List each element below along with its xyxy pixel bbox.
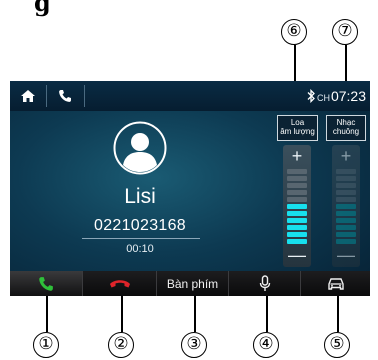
keypad-button[interactable]: Bàn phím — [157, 271, 229, 296]
car-icon — [327, 277, 344, 290]
end-call-button[interactable] — [83, 271, 157, 296]
level-segment — [287, 176, 307, 181]
home-icon — [21, 90, 35, 102]
ringtone-volume-minus-button[interactable]: — — [332, 245, 360, 265]
level-segment — [336, 169, 356, 174]
callout-2-leader — [121, 296, 123, 332]
speaker-volume-label: Loa âm lượng — [277, 115, 318, 141]
level-segment — [287, 183, 307, 188]
microphone-icon — [259, 275, 270, 291]
car-button[interactable] — [301, 271, 370, 296]
figure-title-fragment: g — [34, 0, 51, 17]
microphone-button[interactable] — [229, 271, 301, 296]
level-segment — [336, 176, 356, 181]
level-segment — [336, 232, 356, 237]
bluetooth-icon — [307, 89, 315, 103]
phone-answer-icon — [39, 276, 53, 291]
speaker-volume-level — [287, 169, 307, 246]
level-segment — [287, 204, 307, 209]
ringtone-volume-slider[interactable]: + — — [332, 145, 360, 267]
speaker-volume-slider[interactable]: + — — [283, 145, 311, 267]
level-segment — [336, 197, 356, 202]
level-segment — [287, 190, 307, 195]
speaker-volume-minus-button[interactable]: — — [283, 245, 311, 265]
number-underline — [82, 238, 200, 239]
time-period-label: CH — [316, 93, 330, 103]
ringtone-volume-label-line2: chuông — [332, 127, 360, 136]
ringtone-volume-label: Nhạc chuông — [326, 115, 366, 141]
statusbar-divider — [46, 85, 47, 107]
clock-time: 07:23 — [330, 88, 366, 104]
ringtone-volume-level — [336, 169, 356, 246]
statusbar-divider — [84, 85, 85, 107]
phone-call-screen: CH 07:23 Lisi 0221023168 00:10 Loa âm lư… — [10, 81, 370, 296]
answer-call-button[interactable] — [10, 271, 83, 296]
speaker-volume-label-line1: Loa — [290, 118, 305, 127]
callout-1: ① — [33, 332, 59, 358]
level-segment — [287, 225, 307, 230]
speaker-volume-label-line2: âm lượng — [280, 127, 315, 136]
level-segment — [336, 190, 356, 195]
callout-7: ⑦ — [332, 19, 358, 45]
phone-button[interactable] — [51, 84, 79, 108]
callout-2: ② — [108, 332, 134, 358]
caller-number: 0221023168 — [94, 217, 186, 234]
level-segment — [287, 218, 307, 223]
level-segment — [336, 239, 356, 244]
speaker-volume-plus-button[interactable]: + — [283, 146, 311, 166]
level-segment — [287, 197, 307, 202]
level-segment — [336, 211, 356, 216]
level-segment — [287, 211, 307, 216]
person-avatar-icon — [113, 121, 167, 175]
level-segment — [336, 183, 356, 188]
clock-area: CH 07:23 — [317, 88, 366, 104]
call-duration: 00:10 — [126, 243, 154, 255]
phone-hangup-icon — [109, 279, 130, 287]
callout-4: ④ — [253, 332, 279, 358]
callout-6: ⑥ — [281, 19, 307, 45]
callout-1-leader — [46, 296, 48, 332]
level-segment — [336, 204, 356, 209]
callout-4-leader — [266, 296, 268, 332]
keypad-button-label: Bàn phím — [166, 276, 219, 291]
home-button[interactable] — [14, 84, 42, 108]
ringtone-volume-label-line1: Nhạc — [336, 118, 356, 127]
level-segment — [287, 232, 307, 237]
status-bar: CH 07:23 — [10, 81, 370, 111]
ringtone-volume-plus-button[interactable]: + — [332, 146, 360, 166]
caller-name: Lisi — [124, 185, 156, 208]
level-segment — [287, 169, 307, 174]
phone-icon — [59, 90, 71, 102]
level-segment — [336, 218, 356, 223]
call-action-bar: Bàn phím — [10, 271, 370, 296]
callout-3-leader — [194, 296, 196, 332]
level-segment — [336, 225, 356, 230]
callout-5-leader — [337, 296, 339, 332]
callout-3: ③ — [181, 332, 207, 358]
level-segment — [287, 239, 307, 244]
callout-5: ⑤ — [324, 332, 350, 358]
